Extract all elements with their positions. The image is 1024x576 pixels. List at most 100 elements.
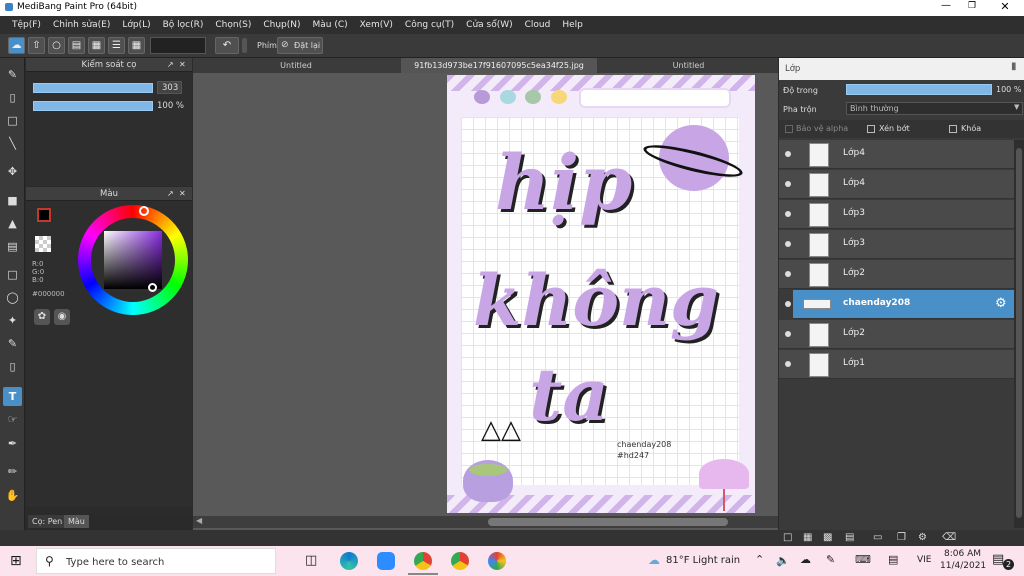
menu-tools[interactable]: Công cụ(T): [399, 20, 460, 30]
visibility-eye-icon[interactable]: [785, 211, 791, 217]
task-view-icon[interactable]: ◫: [305, 553, 317, 568]
visibility-eye-icon[interactable]: [785, 301, 791, 307]
windows-start-icon[interactable]: ⊞: [10, 553, 22, 569]
brush-size-slider[interactable]: [33, 83, 153, 93]
layer-row[interactable]: Lớp2: [779, 260, 1014, 289]
eraser-tool-icon[interactable]: ▯: [3, 88, 22, 107]
rect-select-icon[interactable]: □: [3, 111, 22, 130]
toolbar-field[interactable]: [150, 37, 206, 54]
dropper-tool-icon[interactable]: ✏: [3, 462, 22, 481]
onedrive-icon[interactable]: ☁: [800, 553, 811, 566]
hue-handle[interactable]: [139, 206, 149, 216]
comment-icon[interactable]: ○: [48, 37, 65, 54]
operation-tool-icon[interactable]: ☞: [3, 410, 22, 429]
lock-checkbox[interactable]: [949, 125, 957, 133]
panel-close-icon[interactable]: ✕: [179, 187, 186, 201]
clock-time[interactable]: 8:06 AM: [944, 549, 981, 559]
share-icon[interactable]: ⇧: [28, 37, 45, 54]
network-icon[interactable]: ▤: [888, 553, 898, 566]
gradient-tool-icon[interactable]: ▤: [3, 237, 22, 256]
menu-cloud[interactable]: Cloud: [519, 20, 557, 30]
tab-color[interactable]: Màu: [64, 515, 89, 528]
visibility-eye-icon[interactable]: [785, 331, 791, 337]
layer-row[interactable]: chaenday208 ⚙: [785, 290, 1014, 319]
zoom-icon[interactable]: [377, 552, 395, 570]
close-icon[interactable]: ✕: [995, 0, 1015, 13]
select-tool-icon[interactable]: □: [3, 265, 22, 284]
document-icon[interactable]: ▦: [88, 37, 105, 54]
horizontal-scroll-thumb[interactable]: [488, 518, 728, 526]
magic-wand-icon[interactable]: ✦: [3, 311, 22, 330]
layers-scrollbar[interactable]: [1014, 140, 1024, 528]
trash-icon[interactable]: ⌫: [942, 532, 956, 543]
layer-settings-icon[interactable]: ⚙: [918, 532, 927, 543]
weather-text[interactable]: 81°F Light rain: [666, 555, 740, 566]
grid-icon[interactable]: ▦: [128, 37, 145, 54]
folder-icon[interactable]: ▭: [873, 532, 882, 543]
visibility-eye-icon[interactable]: [785, 181, 791, 187]
brush-opacity-slider[interactable]: [33, 101, 153, 111]
popout-icon[interactable]: ↗: [167, 187, 174, 201]
brush-tool-icon[interactable]: ✎: [3, 65, 22, 84]
protect-alpha-checkbox[interactable]: [785, 125, 793, 133]
blend-mode-select[interactable]: Bình thường ▼: [846, 102, 1023, 115]
select-eraser-icon[interactable]: ▯: [3, 357, 22, 376]
menu-filter[interactable]: Bộ lọc(R): [157, 20, 210, 30]
layer-row[interactable]: Lớp4: [779, 140, 1014, 169]
layer-row[interactable]: Lớp1: [779, 350, 1014, 379]
primary-color-swatch[interactable]: [37, 208, 51, 222]
language-indicator[interactable]: VIE: [917, 555, 932, 565]
menu-view[interactable]: Xem(V): [354, 20, 399, 30]
text-tool-icon[interactable]: T: [3, 387, 22, 406]
undo-icon[interactable]: ↶: [215, 37, 239, 54]
visibility-eye-icon[interactable]: [785, 241, 791, 247]
chat-icon[interactable]: ▤: [68, 37, 85, 54]
layer-row[interactable]: Lớp3: [779, 200, 1014, 229]
copy-layer-icon[interactable]: ▦: [803, 532, 812, 543]
color-handle[interactable]: [148, 283, 157, 292]
layer-row[interactable]: Lớp3: [779, 230, 1014, 259]
menu-window[interactable]: Cửa sổ(W): [460, 20, 518, 30]
hue-ring[interactable]: [78, 205, 188, 315]
fill-rect-icon[interactable]: ■: [3, 191, 22, 210]
menu-color[interactable]: Màu (C): [307, 20, 354, 30]
hand-tool-icon[interactable]: ✋: [3, 486, 22, 505]
chrome-icon-2[interactable]: [451, 552, 469, 570]
chrome-icon-1[interactable]: [414, 552, 432, 570]
brush-size-box[interactable]: 303: [157, 81, 182, 94]
maximize-icon[interactable]: ❐: [962, 1, 982, 11]
layer-row[interactable]: Lớp2: [779, 320, 1014, 349]
search-box[interactable]: ⚲ Type here to search: [36, 548, 276, 574]
reset-button[interactable]: ⊘ Đặt lại: [277, 37, 323, 54]
visibility-eye-icon[interactable]: [785, 271, 791, 277]
popout-icon[interactable]: ↗: [167, 58, 174, 72]
menu-select[interactable]: Chọn(S): [209, 20, 257, 30]
select-pen-icon[interactable]: ✎: [3, 334, 22, 353]
bucket-tool-icon[interactable]: ▲: [3, 214, 22, 233]
panel-close-icon[interactable]: ✕: [179, 58, 186, 72]
layer-opacity-slider[interactable]: [846, 84, 992, 95]
keyboard-icon[interactable]: ⌨: [855, 553, 871, 566]
edge-icon[interactable]: [340, 552, 358, 570]
medibang-taskbar-icon[interactable]: [488, 552, 506, 570]
layer-row[interactable]: Lớp4: [779, 170, 1014, 199]
palette-icon[interactable]: ✿: [34, 309, 50, 325]
menu-help[interactable]: Help: [556, 20, 589, 30]
layers-scroll-icon[interactable]: ▮: [1011, 61, 1017, 72]
menu-capture[interactable]: Chụp(N): [257, 20, 306, 30]
pen-icon[interactable]: ✎: [826, 553, 835, 566]
doc-tab-untitled-1[interactable]: Untitled: [193, 58, 399, 73]
visibility-eye-icon[interactable]: [785, 361, 791, 367]
menu-layer[interactable]: Lớp(L): [116, 20, 156, 30]
list-icon[interactable]: ☰: [108, 37, 125, 54]
menu-file[interactable]: Tệp(F): [6, 20, 47, 30]
chevron-up-icon[interactable]: ⌃: [755, 553, 764, 566]
clipping-checkbox[interactable]: [867, 125, 875, 133]
horizontal-scrollbar[interactable]: ◀: [193, 516, 778, 528]
transparent-swatch[interactable]: [35, 236, 51, 252]
gear-icon[interactable]: ⚙: [995, 296, 1007, 311]
move-tool-icon[interactable]: ✥: [3, 162, 22, 181]
add-layer-menu-icon[interactable]: ▤: [845, 532, 854, 543]
doc-tab-untitled-2[interactable]: Untitled: [599, 58, 778, 73]
tab-brush[interactable]: Cọ: Pen: [28, 515, 67, 528]
